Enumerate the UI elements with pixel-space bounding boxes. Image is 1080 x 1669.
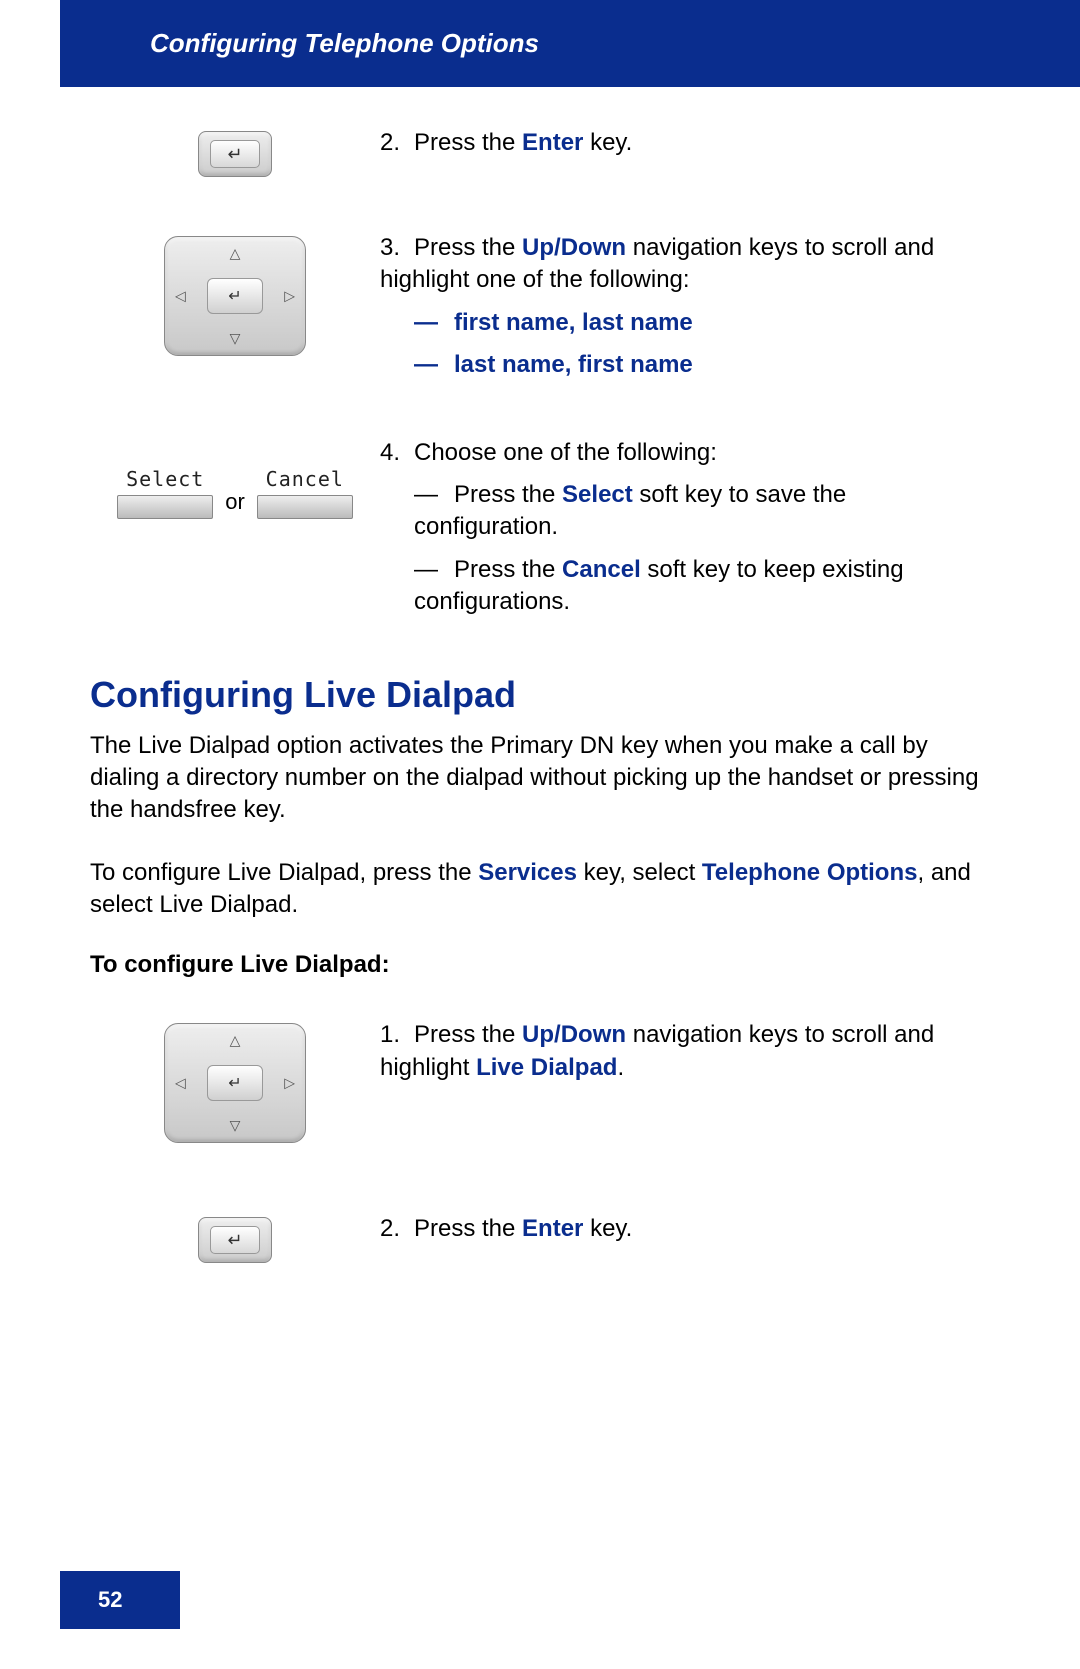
icon-column: △ ▽ ◁ ▷ ↵: [90, 232, 380, 356]
navigation-pad-icon: △ ▽ ◁ ▷ ↵: [164, 1023, 306, 1143]
dash: —: [414, 349, 454, 381]
text-fragment: /: [554, 234, 561, 261]
option-text: last name, first name: [454, 351, 693, 378]
enter-key-icon: ↵: [198, 1217, 272, 1263]
cancel-softkey-group: Cancel: [257, 467, 353, 519]
step-number: 3.: [380, 232, 414, 264]
step-text: 1.Press the Up/Down navigation keys to s…: [380, 1019, 990, 1084]
right-arrow-icon: ▷: [284, 1075, 295, 1092]
text-fragment: key, select: [577, 859, 702, 886]
page-content: ↵ 2.Press the Enter key. △ ▽ ◁ ▷ ↵ 3.P: [0, 87, 1080, 1263]
text-fragment: key.: [583, 1215, 632, 1242]
down-arrow-icon: ▽: [230, 330, 241, 347]
center-enter-icon: ↵: [207, 1065, 263, 1101]
step-text: 2.Press the Enter key.: [380, 1213, 990, 1245]
left-arrow-icon: ◁: [175, 1075, 186, 1092]
option-item: —first name, last name: [380, 307, 990, 339]
text-fragment: Press the: [454, 481, 562, 508]
key-name: Up: [522, 1021, 554, 1048]
key-name: Select: [562, 481, 633, 508]
body-paragraph: To configure Live Dialpad, press the Ser…: [90, 857, 990, 922]
text-fragment: .: [617, 1054, 624, 1081]
softkeys-group: Select or Cancel: [117, 467, 353, 519]
text-fragment: Choose one of the following:: [414, 439, 717, 466]
key-name: Down: [561, 1021, 626, 1048]
step-text: 4.Choose one of the following: —Press th…: [380, 437, 990, 619]
step-row-3: △ ▽ ◁ ▷ ↵ 3.Press the Up/Down navigation…: [90, 232, 990, 382]
step-text: 3.Press the Up/Down navigation keys to s…: [380, 232, 990, 382]
step-number: 4.: [380, 437, 414, 469]
step-row-b1: △ ▽ ◁ ▷ ↵ 1.Press the Up/Down navigation…: [90, 1019, 990, 1143]
icon-column: △ ▽ ◁ ▷ ↵: [90, 1019, 380, 1143]
up-arrow-icon: △: [230, 1032, 241, 1049]
step-number: 2.: [380, 127, 414, 159]
body-paragraph: The Live Dialpad option activates the Pr…: [90, 730, 990, 827]
down-arrow-icon: ▽: [230, 1117, 241, 1134]
icon-column: ↵: [90, 127, 380, 177]
right-arrow-icon: ▷: [284, 288, 295, 305]
key-name: Enter: [522, 1215, 583, 1242]
key-name: Services: [478, 859, 577, 886]
dash: —: [414, 554, 454, 586]
up-arrow-icon: △: [230, 245, 241, 262]
option-item: —last name, first name: [380, 349, 990, 381]
icon-column: ↵: [90, 1213, 380, 1263]
step-row-4: Select or Cancel 4.Choose one of the fol…: [90, 437, 990, 619]
navigation-pad-icon: △ ▽ ◁ ▷ ↵: [164, 236, 306, 356]
header-title: Configuring Telephone Options: [150, 28, 539, 58]
target-name: Live Dialpad: [476, 1054, 617, 1081]
page-number: 52: [98, 1587, 122, 1612]
text-fragment: Press the: [414, 1021, 522, 1048]
select-softkey-group: Select: [117, 467, 213, 519]
enter-key-inner: ↵: [210, 140, 260, 168]
dash: —: [414, 307, 454, 339]
page-header: Configuring Telephone Options: [60, 0, 1080, 87]
icon-column: Select or Cancel: [90, 437, 380, 519]
step-row-2: ↵ 2.Press the Enter key.: [90, 127, 990, 177]
select-softkey-icon: [117, 495, 213, 519]
option-text: first name, last name: [454, 309, 693, 336]
left-arrow-icon: ◁: [175, 288, 186, 305]
key-name: Down: [561, 234, 626, 261]
document-page: Configuring Telephone Options ↵ 2.Press …: [0, 0, 1080, 1669]
option-item: —Press the Cancel soft key to keep exist…: [380, 554, 990, 619]
text-fragment: Press the: [414, 234, 522, 261]
key-name: Up: [522, 234, 554, 261]
cancel-softkey-label: Cancel: [266, 467, 344, 491]
or-text: or: [225, 489, 245, 515]
text-fragment: Press the: [414, 129, 522, 156]
subheading: To configure Live Dialpad:: [90, 951, 990, 979]
key-name: Telephone Options: [702, 859, 918, 886]
key-name: Enter: [522, 129, 583, 156]
select-softkey-label: Select: [126, 467, 204, 491]
cancel-softkey-icon: [257, 495, 353, 519]
text-fragment: Press the: [414, 1215, 522, 1242]
step-number: 2.: [380, 1213, 414, 1245]
step-row-b2: ↵ 2.Press the Enter key.: [90, 1213, 990, 1263]
center-enter-icon: ↵: [207, 278, 263, 314]
enter-key-inner: ↵: [210, 1226, 260, 1254]
dash: —: [414, 479, 454, 511]
section-heading: Configuring Live Dialpad: [90, 674, 990, 716]
text-fragment: To configure Live Dialpad, press the: [90, 859, 478, 886]
enter-key-icon: ↵: [198, 131, 272, 177]
step-text: 2.Press the Enter key.: [380, 127, 990, 159]
text-fragment: key.: [583, 129, 632, 156]
key-name: Cancel: [562, 556, 641, 583]
step-number: 1.: [380, 1019, 414, 1051]
text-fragment: Press the: [454, 556, 562, 583]
option-item: —Press the Select soft key to save the c…: [380, 479, 990, 544]
page-footer: 52: [60, 1571, 180, 1629]
text-fragment: /: [554, 1021, 561, 1048]
